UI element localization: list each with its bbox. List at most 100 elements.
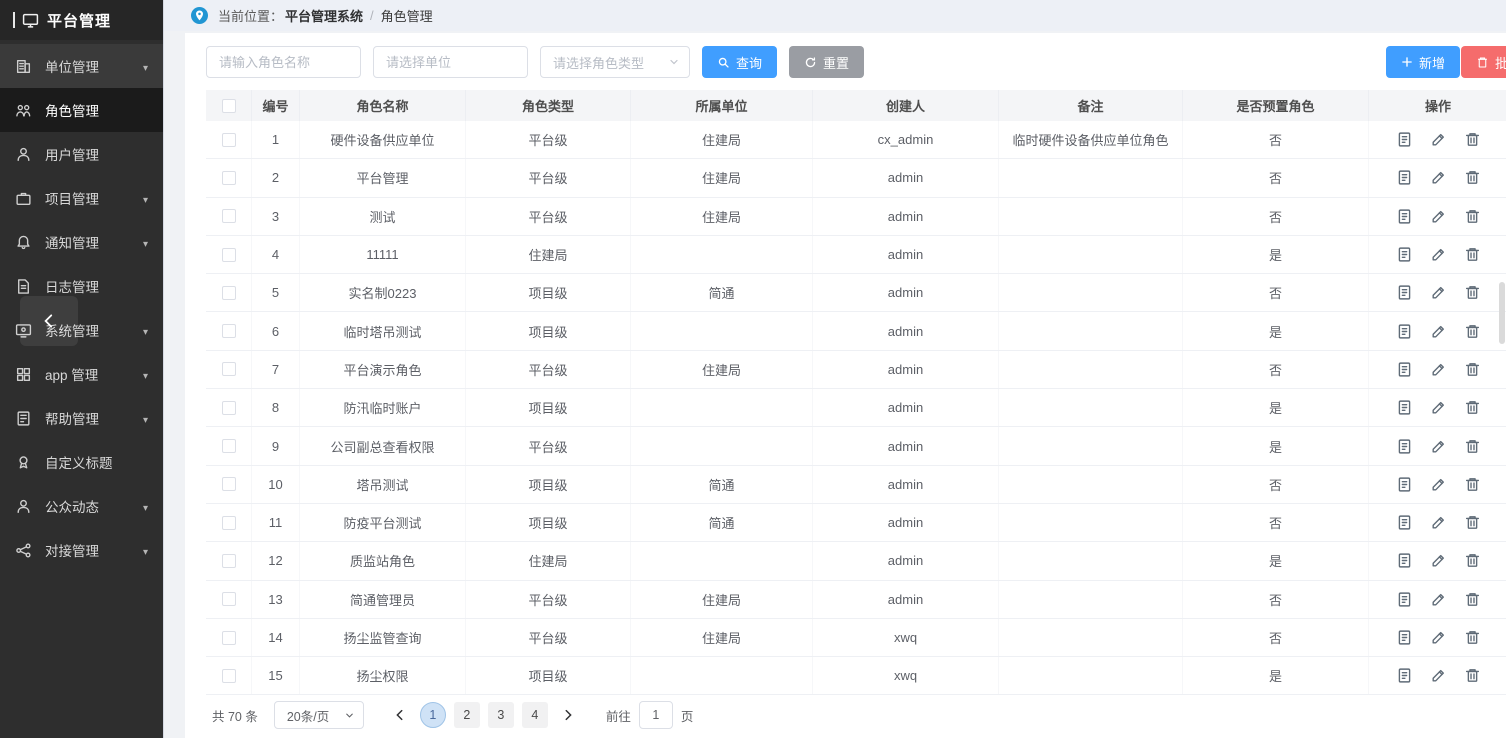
row-checkbox[interactable]: [222, 669, 236, 683]
page-size-select[interactable]: 20条/页: [274, 701, 364, 729]
view-button[interactable]: [1396, 361, 1413, 378]
sidebar-item-role[interactable]: 角色管理: [0, 88, 163, 132]
page-button-3[interactable]: 3: [488, 702, 514, 728]
view-button[interactable]: [1396, 591, 1413, 608]
row-checkbox[interactable]: [222, 477, 236, 491]
view-button[interactable]: [1396, 476, 1413, 493]
goto-page-input[interactable]: [639, 701, 673, 729]
chevron-left-icon: [40, 312, 58, 330]
delete-button[interactable]: [1464, 246, 1481, 263]
view-button[interactable]: [1396, 438, 1413, 455]
sidebar-item-custom-title[interactable]: 自定义标题: [0, 440, 163, 484]
column-header-preset: 是否预置角色: [1183, 90, 1369, 121]
sidebar-item-project[interactable]: 项目管理▾: [0, 176, 163, 220]
delete-button[interactable]: [1464, 667, 1481, 684]
cell-remark: [999, 427, 1183, 464]
delete-button[interactable]: [1464, 591, 1481, 608]
delete-button[interactable]: [1464, 131, 1481, 148]
row-checkbox[interactable]: [222, 401, 236, 415]
delete-button[interactable]: [1464, 208, 1481, 225]
row-checkbox[interactable]: [222, 439, 236, 453]
cell-checkbox: [206, 312, 252, 349]
sidebar-item-app[interactable]: app 管理▾: [0, 352, 163, 396]
select-all-checkbox[interactable]: [222, 99, 236, 113]
delete-button[interactable]: [1464, 169, 1481, 186]
delete-button[interactable]: [1464, 438, 1481, 455]
view-button[interactable]: [1396, 131, 1413, 148]
row-checkbox[interactable]: [222, 133, 236, 147]
edit-button[interactable]: [1430, 591, 1447, 608]
row-checkbox[interactable]: [222, 592, 236, 606]
view-button[interactable]: [1396, 629, 1413, 646]
row-checkbox[interactable]: [222, 286, 236, 300]
sidebar-item-notice[interactable]: 通知管理▾: [0, 220, 163, 264]
add-button[interactable]: 新增: [1386, 46, 1460, 78]
edit-button[interactable]: [1430, 246, 1447, 263]
prev-page-button[interactable]: [388, 701, 412, 729]
delete-button[interactable]: [1464, 284, 1481, 301]
role-name-input[interactable]: [206, 46, 361, 78]
cell-unit: [631, 657, 813, 694]
vertical-scrollbar-thumb[interactable]: [1499, 282, 1505, 344]
row-checkbox[interactable]: [222, 209, 236, 223]
document-view-icon: [1396, 476, 1413, 493]
row-checkbox[interactable]: [222, 362, 236, 376]
view-button[interactable]: [1396, 246, 1413, 263]
row-checkbox[interactable]: [222, 324, 236, 338]
delete-button[interactable]: [1464, 323, 1481, 340]
row-checkbox[interactable]: [222, 171, 236, 185]
edit-button[interactable]: [1430, 399, 1447, 416]
delete-button[interactable]: [1464, 552, 1481, 569]
breadcrumb-root[interactable]: 平台管理系统: [285, 6, 363, 25]
view-button[interactable]: [1396, 514, 1413, 531]
edit-button[interactable]: [1430, 361, 1447, 378]
edit-button[interactable]: [1430, 323, 1447, 340]
edit-button[interactable]: [1430, 438, 1447, 455]
view-button[interactable]: [1396, 284, 1413, 301]
cell-role-name: 测试: [300, 198, 466, 235]
cell-preset: 否: [1183, 159, 1369, 196]
cell-checkbox: [206, 657, 252, 694]
sidebar-item-user[interactable]: 用户管理: [0, 132, 163, 176]
row-checkbox[interactable]: [222, 248, 236, 262]
edit-button[interactable]: [1430, 208, 1447, 225]
delete-button[interactable]: [1464, 514, 1481, 531]
edit-button[interactable]: [1430, 131, 1447, 148]
reset-button[interactable]: 重置: [789, 46, 864, 78]
unit-input[interactable]: [373, 46, 528, 78]
view-button[interactable]: [1396, 399, 1413, 416]
sidebar-item-dock[interactable]: 对接管理▾: [0, 528, 163, 572]
role-type-select[interactable]: 请选择角色类型: [540, 46, 690, 78]
row-checkbox[interactable]: [222, 554, 236, 568]
next-page-button[interactable]: [556, 701, 580, 729]
edit-button[interactable]: [1430, 629, 1447, 646]
page-button-2[interactable]: 2: [454, 702, 480, 728]
batch-delete-button[interactable]: 批量删除: [1461, 46, 1506, 78]
sidebar-item-help[interactable]: 帮助管理▾: [0, 396, 163, 440]
view-button[interactable]: [1396, 169, 1413, 186]
view-button[interactable]: [1396, 208, 1413, 225]
page-button-4[interactable]: 4: [522, 702, 548, 728]
delete-button[interactable]: [1464, 361, 1481, 378]
view-button[interactable]: [1396, 323, 1413, 340]
sidebar-collapse-button[interactable]: [20, 296, 78, 346]
edit-button[interactable]: [1430, 514, 1447, 531]
pencil-edit-icon: [1430, 399, 1447, 416]
sidebar-item-public[interactable]: 公众动态▾: [0, 484, 163, 528]
delete-button[interactable]: [1464, 476, 1481, 493]
view-button[interactable]: [1396, 667, 1413, 684]
view-button[interactable]: [1396, 552, 1413, 569]
edit-button[interactable]: [1430, 667, 1447, 684]
edit-button[interactable]: [1430, 552, 1447, 569]
sidebar-item-unit[interactable]: 单位管理▾: [0, 44, 163, 88]
row-checkbox[interactable]: [222, 516, 236, 530]
search-button[interactable]: 查询: [702, 46, 777, 78]
delete-button[interactable]: [1464, 399, 1481, 416]
delete-button[interactable]: [1464, 629, 1481, 646]
edit-button[interactable]: [1430, 476, 1447, 493]
cell-role-type: 项目级: [466, 504, 631, 541]
edit-button[interactable]: [1430, 169, 1447, 186]
row-checkbox[interactable]: [222, 631, 236, 645]
edit-button[interactable]: [1430, 284, 1447, 301]
page-button-1[interactable]: 1: [420, 702, 446, 728]
